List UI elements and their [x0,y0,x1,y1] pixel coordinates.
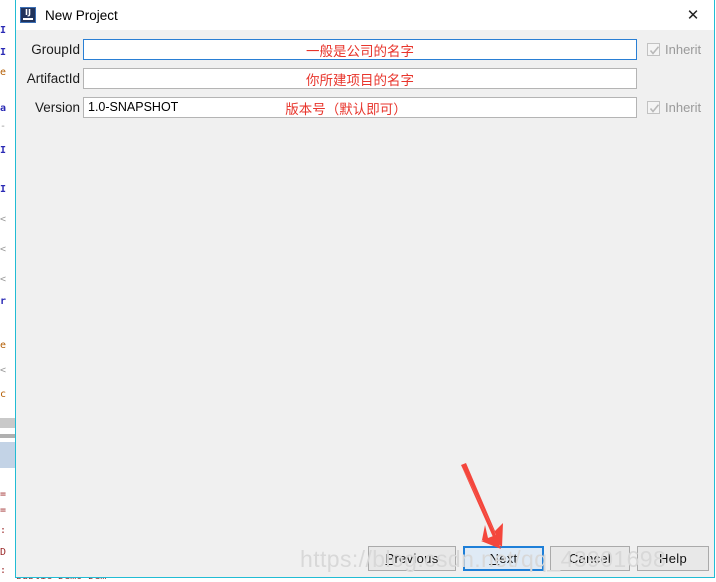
dialog-title: New Project [45,7,118,23]
version-inherit-checkbox[interactable]: Inherit [647,97,701,118]
bg-code-fragment: I [0,185,7,195]
bg-code-fragment: < [0,275,7,285]
background-bottom-sliver: bublic Demo Dem [0,578,716,582]
cancel-button[interactable]: Cancel [550,546,630,571]
next-mnemonic: N [489,551,500,566]
bg-code-fragment: : [0,526,7,536]
checkmark-icon [647,101,660,114]
form-row-groupid: GroupId 一般是公司的名字 Inherit [16,39,714,60]
dialog-button-bar: Previous Next Cancel Help [16,538,714,577]
help-button[interactable]: Help [637,546,709,571]
close-icon[interactable]: ✕ [672,0,714,30]
checkmark-icon [647,43,660,56]
previous-mnemonic: P [385,551,395,566]
bg-code-fragment: c [0,390,7,400]
bg-code-fragment: a [0,104,7,114]
bg-code-fragment: I [0,26,7,36]
bg-code-fragment: D [0,548,7,558]
bg-code-fragment: < [0,245,7,255]
artifactid-input[interactable] [83,68,637,89]
bg-code-fragment: - [0,122,7,132]
bg-bottom-text: bublic Demo Dem [16,578,106,582]
next-label-rest: ext [499,551,518,566]
intellij-icon-bar [23,18,33,20]
bg-selection-band [0,442,15,468]
next-button[interactable]: Next [463,546,544,571]
groupid-inherit-checkbox[interactable]: Inherit [647,39,701,60]
previous-button[interactable]: Previous [368,546,456,571]
version-inherit-label: Inherit [665,100,702,115]
form-row-artifactid: ArtifactId 你所建项目的名字 [16,68,714,89]
bg-scrollbar-thumb[interactable] [0,418,15,428]
bg-code-fragment: < [0,215,7,225]
version-label: Version [34,100,80,115]
bg-code-fragment: = [0,506,7,516]
bg-divider [0,434,15,438]
dialog-titlebar: IJ New Project ✕ [16,0,714,30]
bg-code-fragment: e [0,341,7,351]
bg-code-fragment: : [0,566,7,576]
intellij-idea-icon: IJ [20,7,36,23]
new-project-dialog: IJ New Project ✕ GroupId 一般是公司的名字 Inheri… [15,0,715,578]
version-value: 1.0-SNAPSHOT [88,100,179,114]
cancel-label: Cancel [568,551,612,566]
previous-label-rest: revious [394,551,439,566]
groupid-input[interactable] [83,39,637,60]
artifactid-label: ArtifactId [26,71,80,86]
bg-code-fragment: r [0,297,7,307]
bg-code-fragment: I [0,48,7,58]
bg-code-fragment: = [0,490,7,500]
bg-code-fragment: e [0,68,7,78]
groupid-label: GroupId [31,42,80,57]
form-row-version: Version 1.0-SNAPSHOT 版本号（默认即可） Inherit [16,97,714,118]
intellij-icon-text: IJ [25,8,31,17]
help-label: Help [659,551,687,566]
bg-code-fragment: I [0,146,7,156]
bg-code-fragment: < [0,366,7,376]
dialog-body: GroupId 一般是公司的名字 Inherit ArtifactId 你所建项… [16,30,714,538]
background-editor-strip: I I e a - I I < < < r e < c = = : D : [0,0,15,582]
version-input[interactable]: 1.0-SNAPSHOT [83,97,637,118]
screen-root: I I e a - I I < < < r e < c = = : D : IJ… [0,0,716,582]
groupid-inherit-label: Inherit [665,42,702,57]
